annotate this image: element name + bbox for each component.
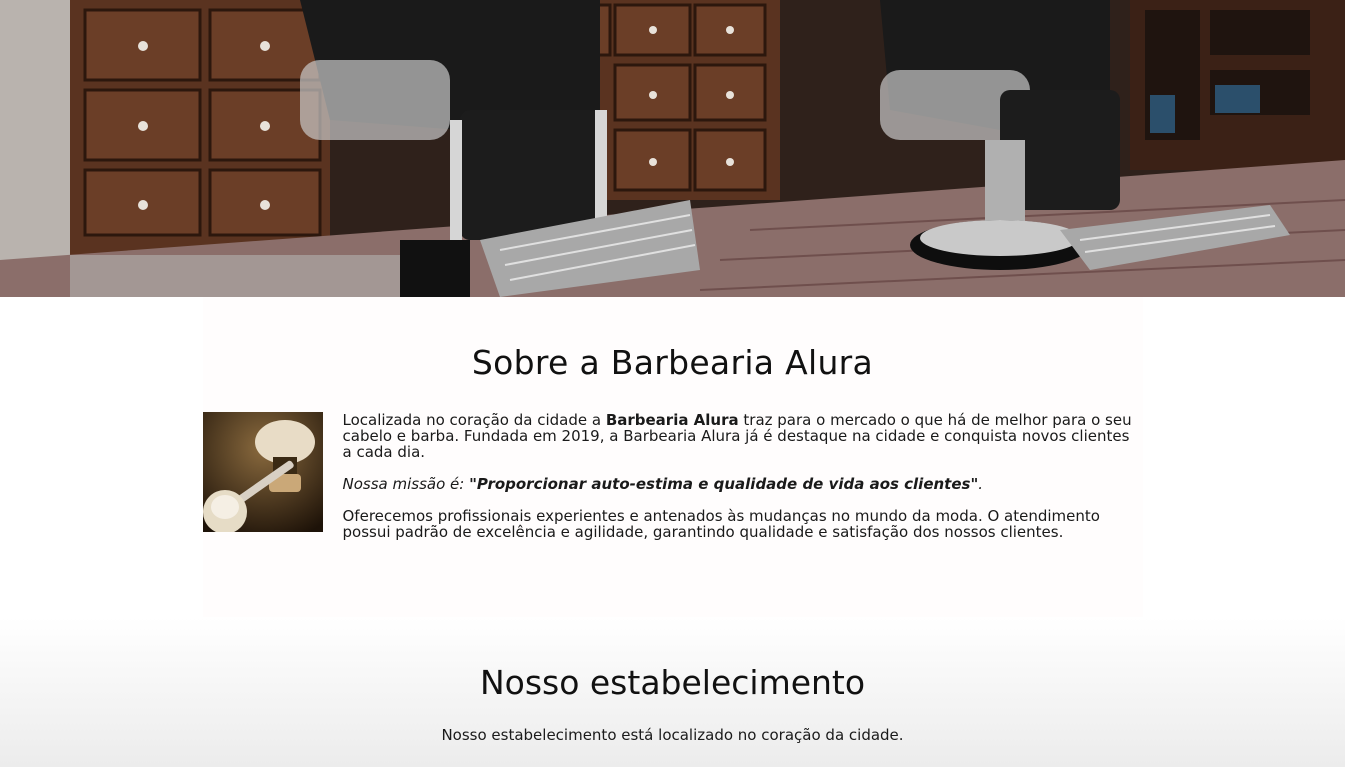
about-title: Sobre a Barbearia Alura [471,343,874,382]
about-paragraph-services: Oferecemos profissionais experientes e a… [342,507,1100,541]
establishment-text: Nosso estabelecimento está localizado no… [441,726,904,744]
hero-banner [0,0,1345,297]
mission-quote: "Proporcionar auto-estima e qualidade de… [469,475,979,493]
about-paragraph-mission: Nossa missão é: "Proporcionar auto-estim… [343,476,1143,492]
establishment-section: Nosso estabelecimento Nosso estabelecime… [0,617,1345,767]
establishment-title: Nosso estabelecimento [479,663,866,702]
about-paragraph-intro: Localizada no coração da cidade a Barbea… [343,412,1143,460]
about-content: Localizada no coração da cidade a Barbea… [202,412,1143,540]
about-text: Localizada no coração da cidade a Barbea… [343,412,1143,540]
mission-end: . [978,475,984,493]
razor-and-shaving-brush-photo [202,412,323,532]
razor-brush-icon [202,412,323,532]
about-section: Sobre a Barbearia Alura Localizada no co… [202,297,1143,617]
mission-label: Nossa missão é: [342,475,470,493]
barbershop-interior-photo [0,0,1345,297]
